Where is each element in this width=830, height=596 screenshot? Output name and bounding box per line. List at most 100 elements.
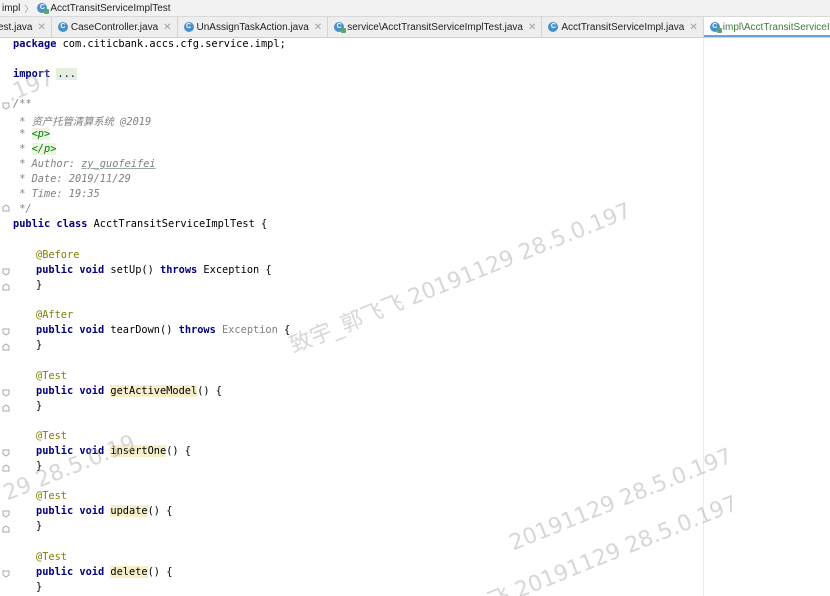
- class-icon: C: [57, 22, 68, 32]
- method-name: delete: [110, 566, 148, 578]
- code-line-method-decl: public void getActiveModel() {: [36, 385, 223, 397]
- code-line-method-decl: public void delete() {: [36, 566, 173, 578]
- fold-marker-icon[interactable]: [2, 283, 10, 291]
- tab-label: impl\AcctTransitServiceImplTest.java: [722, 21, 830, 33]
- tab-label: UnAssignTaskAction.java: [196, 21, 309, 33]
- doc-prefix: *: [13, 143, 32, 155]
- test-class-icon: C: [37, 3, 50, 14]
- doc-tag: <p>: [31, 128, 51, 140]
- test-class-icon: C: [709, 22, 722, 33]
- code-line-method-decl: public void update() {: [36, 505, 173, 517]
- code-line-annotation: @Before: [36, 249, 80, 261]
- code-line-annotation: @Test: [36, 430, 67, 442]
- code-line-doc-title: * 资产托管清算系统 @2019: [13, 116, 152, 128]
- fold-marker-icon[interactable]: [2, 510, 10, 518]
- method-name: update: [110, 505, 148, 517]
- keyword: public void: [36, 445, 105, 457]
- code-line-annotation: @Test: [36, 370, 67, 382]
- tab-label: AcctTransitServiceImpl.java: [561, 21, 685, 33]
- code-editor[interactable]: package com.citicbank.accs.cfg.service.i…: [0, 38, 830, 596]
- code-line-annotation: @Test: [36, 490, 67, 502]
- doc-author-name: zy_guofeifei: [81, 158, 156, 170]
- code-line-close-brace: }: [36, 279, 43, 291]
- fold-marker-icon[interactable]: [2, 449, 10, 457]
- code-line-doc-open: /**: [13, 98, 32, 110]
- class-icon: C: [548, 22, 559, 32]
- watermark-text: 29 28.5.0.19: [0, 430, 140, 507]
- code-line-doc-p-open: * <p>: [13, 128, 51, 143]
- fold-marker-icon[interactable]: [2, 328, 10, 336]
- folded-imports[interactable]: ...: [56, 68, 78, 80]
- right-margin-guide: [703, 38, 704, 596]
- fold-marker-icon[interactable]: [2, 404, 10, 412]
- breadcrumb-class[interactable]: AcctTransitServiceImplTest: [50, 3, 170, 14]
- keyword: public void: [36, 505, 105, 517]
- fold-marker-icon[interactable]: [2, 268, 10, 276]
- close-icon[interactable]: ✕: [163, 22, 171, 33]
- fold-marker-icon[interactable]: [2, 464, 10, 472]
- keyword: public void: [36, 566, 105, 578]
- class-name: AcctTransitServiceImplTest {: [87, 218, 268, 230]
- tab-unassign-task-action[interactable]: C UnAssignTaskAction.java ✕: [178, 17, 329, 37]
- keyword: import: [13, 68, 51, 80]
- fold-marker-icon[interactable]: [2, 525, 10, 533]
- keyword: public class: [13, 218, 88, 230]
- tab-label: est.java: [0, 21, 33, 33]
- class-icon: C: [183, 22, 194, 32]
- close-icon[interactable]: ✕: [689, 22, 697, 33]
- doc-author-label: * Author:: [13, 158, 82, 170]
- code-line-import: import ...: [13, 68, 78, 83]
- tab-label: service\AcctTransitServiceImplTest.java: [347, 21, 523, 33]
- method-name: getActiveModel: [110, 385, 198, 397]
- keyword: throws: [178, 324, 216, 336]
- code-line-close-brace: }: [36, 339, 43, 351]
- watermark-text: 致宇_郭飞飞 20191129 28.5.0.197: [286, 198, 635, 359]
- doc-tag: </p>: [31, 143, 57, 155]
- breadcrumb-folder[interactable]: impl: [2, 3, 20, 14]
- keyword: public void: [36, 324, 105, 336]
- method-name: insertOne: [110, 445, 167, 457]
- close-icon[interactable]: ✕: [528, 22, 536, 33]
- tab-label: CaseController.java: [70, 21, 159, 33]
- package-name: com.citicbank.accs.cfg.service.impl;: [56, 38, 286, 50]
- fold-marker-icon[interactable]: [2, 204, 10, 212]
- code-line-annotation: @After: [36, 309, 74, 321]
- tab-case-controller[interactable]: C CaseController.java ✕: [52, 17, 178, 37]
- code-line-annotation: @Test: [36, 551, 67, 563]
- doc-prefix: *: [13, 128, 32, 140]
- close-icon[interactable]: ✕: [314, 22, 322, 33]
- code-line-close-brace: }: [36, 460, 43, 472]
- code-line-close-brace: }: [36, 400, 43, 412]
- watermark-text: 20191129 28.5.0.197: [506, 443, 736, 557]
- code-line-class-decl: public class AcctTransitServiceImplTest …: [13, 218, 267, 233]
- exception-type: Exception: [203, 264, 260, 276]
- fold-marker-icon[interactable]: [2, 570, 10, 578]
- keyword: throws: [160, 264, 198, 276]
- code-line-doc-close: */: [13, 203, 32, 215]
- code-line-close-brace: }: [36, 581, 43, 593]
- method-name: setUp: [110, 264, 142, 276]
- code-line-method-decl: public void setUp() throws Exception {: [36, 264, 272, 276]
- breadcrumb-separator-icon: 〉: [24, 3, 34, 14]
- test-class-icon: C: [334, 22, 347, 33]
- tab-est-java[interactable]: est.java ✕: [0, 17, 52, 37]
- keyword: package: [13, 38, 57, 50]
- keyword: public void: [36, 385, 105, 397]
- close-icon[interactable]: ✕: [37, 22, 45, 33]
- fold-marker-icon[interactable]: [2, 102, 10, 110]
- fold-marker-icon[interactable]: [2, 389, 10, 397]
- keyword: public void: [36, 264, 105, 276]
- watermark-text: 飞飞 20191129 28.5.0.197: [464, 491, 742, 596]
- code-line-method-decl: public void insertOne() {: [36, 445, 192, 457]
- code-line-doc-time: * Time: 19:35: [13, 188, 100, 200]
- code-line-method-decl: public void tearDown() throws Exception …: [36, 324, 291, 336]
- breadcrumb: impl 〉 C AcctTransitServiceImplTest: [0, 0, 830, 17]
- code-line-close-brace: }: [36, 520, 43, 532]
- tab-service-acct-transit-test[interactable]: C service\AcctTransitServiceImplTest.jav…: [328, 17, 543, 37]
- code-line-doc-author: * Author: zy_guofeifei: [13, 158, 156, 173]
- fold-marker-icon[interactable]: [2, 343, 10, 351]
- tab-acct-transit-service-impl[interactable]: C AcctTransitServiceImpl.java ✕: [542, 17, 704, 37]
- exception-type: Exception: [222, 324, 278, 336]
- tab-impl-acct-transit-test[interactable]: C impl\AcctTransitServiceImplTest.java ✕: [703, 17, 830, 37]
- editor-tab-bar: est.java ✕ C CaseController.java ✕ C UnA…: [0, 17, 830, 38]
